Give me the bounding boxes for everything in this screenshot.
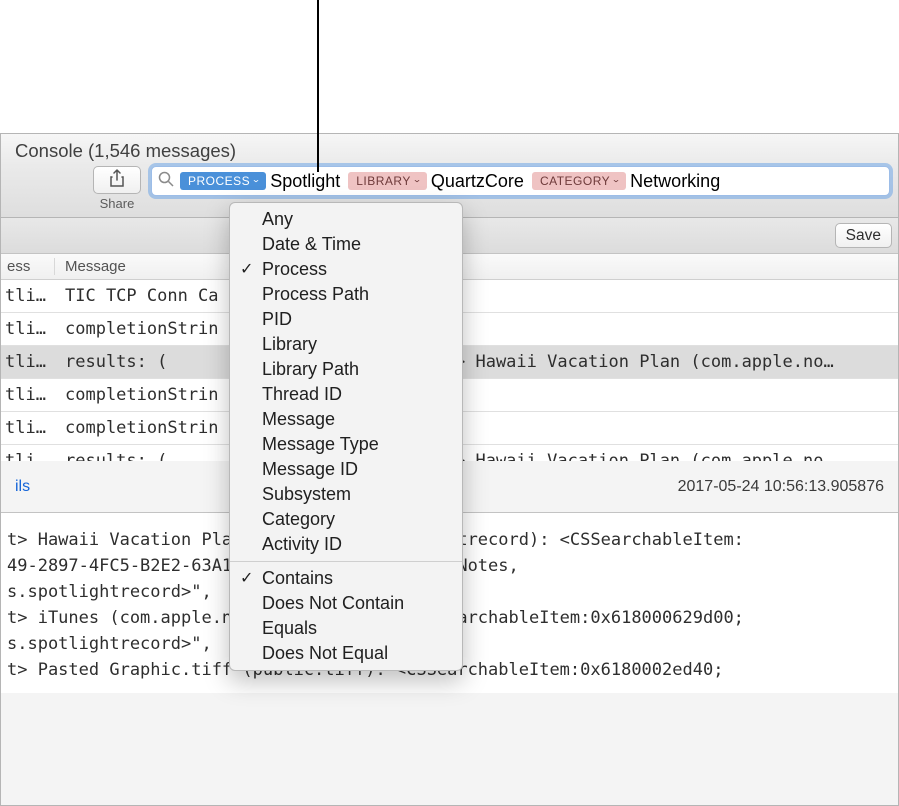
menu-item-process[interactable]: Process <box>230 257 462 282</box>
cell-process: tli… <box>1 418 55 438</box>
menu-item-library[interactable]: Library <box>230 332 462 357</box>
filter-chip[interactable]: LIBRARY <box>348 172 427 190</box>
window-title: Console (1,546 messages) <box>1 134 898 166</box>
filter-value: QuartzCore <box>429 171 524 192</box>
filter-key: LIBRARY <box>356 174 411 188</box>
menu-item-subsystem[interactable]: Subsystem <box>230 482 462 507</box>
column-process[interactable]: ess <box>1 258 55 275</box>
cell-message: completionStrin <box>55 385 898 405</box>
filter-type-menu[interactable]: AnyDate & TimeProcessProcess PathPIDLibr… <box>229 202 463 671</box>
filter-key: CATEGORY <box>540 174 610 188</box>
timestamp: 2017-05-24 10:56:13.905876 <box>678 478 884 496</box>
cell-message: completionStrin <box>55 319 898 339</box>
menu-item-does-not-equal[interactable]: Does Not Equal <box>230 641 462 666</box>
cell-process: tli… <box>1 352 55 372</box>
share-button[interactable] <box>93 166 141 194</box>
menu-item-date-time[interactable]: Date & Time <box>230 232 462 257</box>
cell-process: tli… <box>1 286 55 306</box>
menu-item-pid[interactable]: PID <box>230 307 462 332</box>
menu-item-message-id[interactable]: Message ID <box>230 457 462 482</box>
filter-chip[interactable]: CATEGORY <box>532 172 626 190</box>
cell-process: tli… <box>1 319 55 339</box>
cell-process: tli… <box>1 451 55 461</box>
menu-item-does-not-contain[interactable]: Does Not Contain <box>230 591 462 616</box>
search-bar[interactable]: PROCESS Spotlight LIBRARY QuartzCore CATEGOR… <box>151 166 890 196</box>
menu-item-equals[interactable]: Equals <box>230 616 462 641</box>
details-tab[interactable]: ils <box>15 478 30 496</box>
filter-chip[interactable]: PROCESS <box>180 172 266 190</box>
share-icon <box>109 169 125 192</box>
chevron-down-icon <box>253 179 259 184</box>
cell-message: results: (> Hawaii Vacation Plan (com.ap… <box>55 352 898 372</box>
menu-separator <box>230 561 462 562</box>
save-button[interactable]: Save <box>835 223 892 248</box>
filter-value: Spotlight <box>268 171 340 192</box>
cell-message: completionStrin <box>55 418 898 438</box>
filter-token-category[interactable]: CATEGORY Networking <box>532 171 720 192</box>
chevron-down-icon <box>414 179 420 184</box>
menu-item-activity-id[interactable]: Activity ID <box>230 532 462 557</box>
column-message[interactable]: Message <box>55 258 898 275</box>
menu-item-any[interactable]: Any <box>230 207 462 232</box>
filter-key: PROCESS <box>188 174 250 188</box>
callout-line <box>317 0 319 172</box>
menu-item-message[interactable]: Message <box>230 407 462 432</box>
menu-item-category[interactable]: Category <box>230 507 462 532</box>
menu-item-message-type[interactable]: Message Type <box>230 432 462 457</box>
menu-item-contains[interactable]: Contains <box>230 566 462 591</box>
cell-message: results: (> Hawaii Vacation Plan (com.ap… <box>55 451 898 461</box>
chevron-down-icon <box>613 179 619 184</box>
cell-process: tli… <box>1 385 55 405</box>
share-label: Share <box>100 196 135 211</box>
filter-token-library[interactable]: LIBRARY QuartzCore <box>348 171 524 192</box>
menu-item-process-path[interactable]: Process Path <box>230 282 462 307</box>
filter-value: Networking <box>628 171 720 192</box>
menu-item-thread-id[interactable]: Thread ID <box>230 382 462 407</box>
cell-message: TIC TCP Conn Ca] <box>55 286 898 306</box>
menu-item-library-path[interactable]: Library Path <box>230 357 462 382</box>
filter-token-process[interactable]: PROCESS Spotlight <box>180 171 340 192</box>
search-icon <box>158 171 174 192</box>
